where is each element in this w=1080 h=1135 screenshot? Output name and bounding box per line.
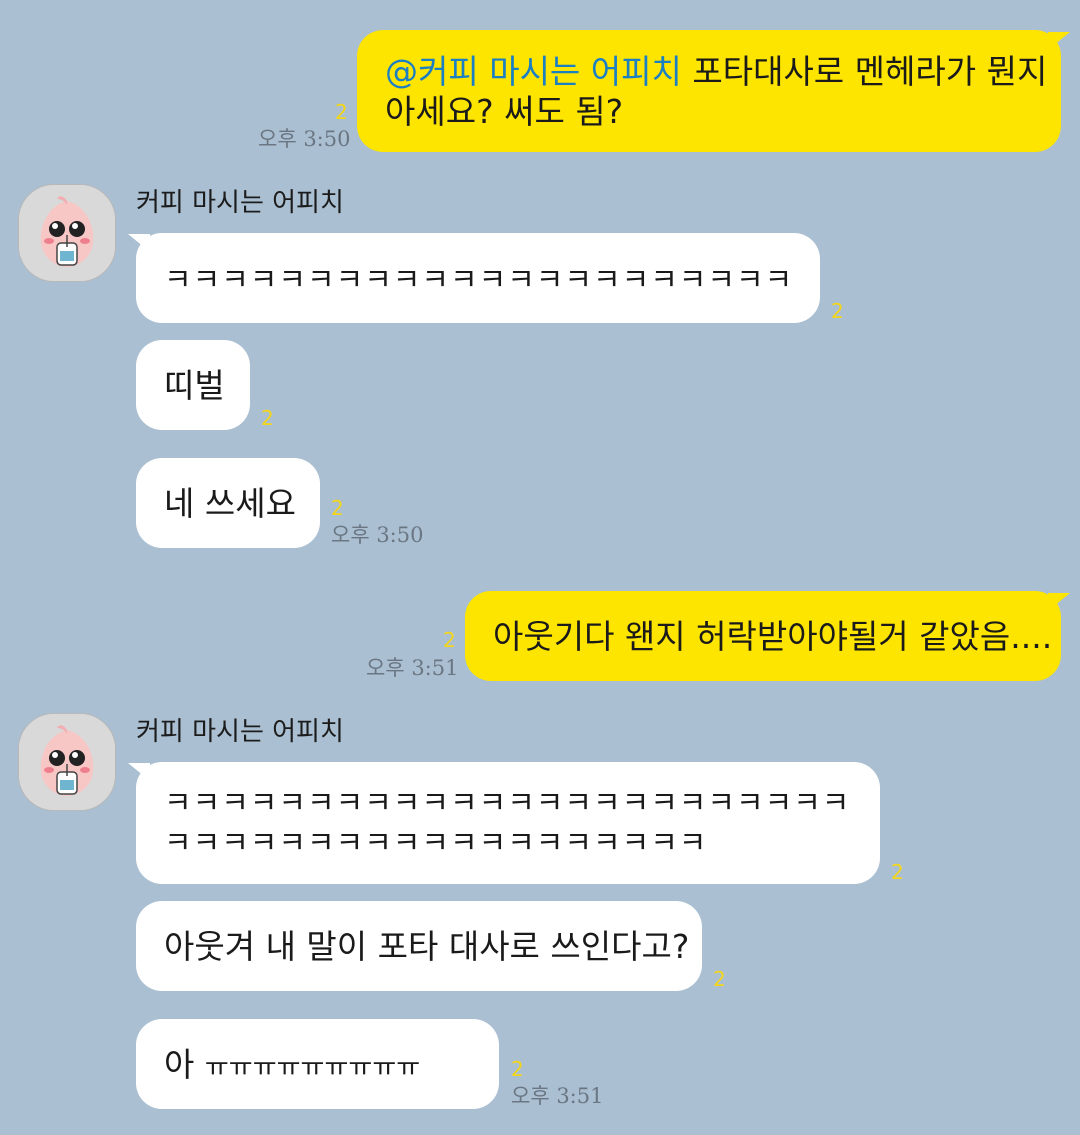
my-message-bubble[interactable]: @커피 마시는 어피치 포타대사로 멘헤라가 뭔지 아세요? 써도 됨?: [357, 30, 1061, 152]
bubble-tail: [1048, 32, 1070, 50]
timestamp: 오후 3:51: [366, 656, 459, 680]
their-message-bubble[interactable]: ㅋㅋㅋㅋㅋㅋㅋㅋㅋㅋㅋㅋㅋㅋㅋㅋㅋㅋㅋㅋㅋㅋㅋㅋ ㅋㅋㅋㅋㅋㅋㅋㅋㅋㅋㅋㅋㅋㅋㅋ…: [136, 762, 880, 884]
their-message-bubble[interactable]: 띠벌: [136, 340, 250, 430]
my-message-bubble[interactable]: 아웃기다 왠지 허락받아야될거 같았음....: [465, 591, 1061, 681]
message-text: ㅋㅋㅋㅋㅋㅋㅋㅋㅋㅋㅋㅋㅋㅋㅋㅋㅋㅋㅋ: [164, 826, 708, 861]
apeach-avatar-icon: [19, 714, 115, 810]
unread-count: 2: [331, 496, 344, 520]
message-text: 아웃겨 내 말이 포타 대사로 쓰인다고?: [164, 927, 690, 966]
message-text: 네 쓰세요: [164, 484, 296, 523]
sender-name: 커피 마시는 어피치: [136, 188, 344, 218]
unread-count: 2: [831, 299, 844, 323]
message-text: ㅋㅋㅋㅋㅋㅋㅋㅋㅋㅋㅋㅋㅋㅋㅋㅋㅋㅋㅋㅋㅋㅋ: [164, 263, 794, 298]
timestamp: 오후 3:51: [511, 1084, 604, 1108]
timestamp: 오후 3:50: [258, 127, 351, 151]
chat-window: @커피 마시는 어피치 포타대사로 멘헤라가 뭔지 아세요? 써도 됨? 2 오…: [0, 0, 1080, 1135]
message-text: 띠벌: [164, 366, 225, 405]
unread-count: 2: [443, 628, 456, 652]
bubble-tail: [1048, 593, 1070, 611]
unread-count: 2: [713, 967, 726, 991]
apeach-avatar-icon: [19, 185, 115, 281]
their-message-bubble[interactable]: 네 쓰세요: [136, 458, 320, 548]
unread-count: 2: [335, 100, 348, 124]
timestamp: 오후 3:50: [331, 523, 424, 547]
avatar[interactable]: [18, 713, 116, 811]
message-text: 아: [164, 1045, 195, 1084]
their-message-bubble[interactable]: 아 ㅠㅠㅠㅠㅠㅠㅠㅠㅠ: [136, 1019, 499, 1109]
unread-count: 2: [511, 1057, 524, 1081]
mention-link[interactable]: @커피 마시는 어피치: [385, 52, 682, 91]
unread-count: 2: [891, 860, 904, 884]
their-message-bubble[interactable]: 아웃겨 내 말이 포타 대사로 쓰인다고?: [136, 901, 702, 991]
message-text: 아세요? 써도 됨?: [385, 92, 624, 131]
their-message-bubble[interactable]: ㅋㅋㅋㅋㅋㅋㅋㅋㅋㅋㅋㅋㅋㅋㅋㅋㅋㅋㅋㅋㅋㅋ: [136, 233, 820, 323]
message-text: 아웃기다 왠지 허락받아야될거 같았음....: [493, 617, 1053, 656]
message-text: ㅠㅠㅠㅠㅠㅠㅠㅠㅠ: [204, 1053, 421, 1083]
unread-count: 2: [261, 406, 274, 430]
sender-name: 커피 마시는 어피치: [136, 717, 344, 747]
avatar[interactable]: [18, 184, 116, 282]
message-text: 포타대사로 멘헤라가 뭔지: [681, 52, 1048, 91]
message-text: ㅋㅋㅋㅋㅋㅋㅋㅋㅋㅋㅋㅋㅋㅋㅋㅋㅋㅋㅋㅋㅋㅋㅋㅋ: [164, 786, 851, 821]
